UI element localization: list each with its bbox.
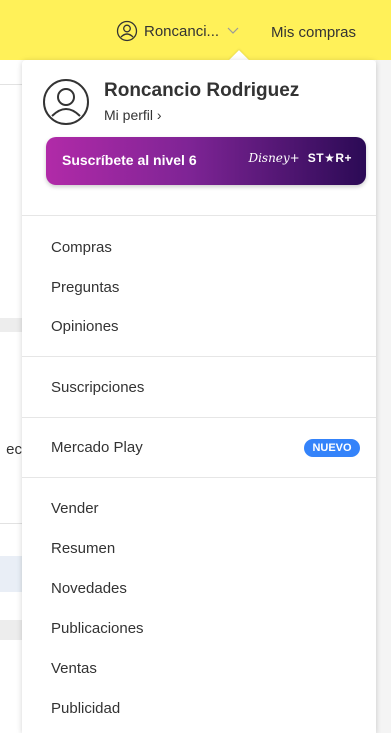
menu-item-publicidad[interactable]: Publicidad [51, 698, 120, 720]
star-logo: ST★R+ [307, 151, 352, 165]
menu-item-opiniones[interactable]: Opiniones [51, 316, 119, 338]
menu-item-vender[interactable]: Vender [51, 498, 99, 520]
menu-item-novedades[interactable]: Novedades [51, 578, 127, 600]
menu-divider [22, 215, 376, 216]
user-circle-icon [116, 20, 138, 42]
menu-item-mercado-play[interactable]: Mercado Play [51, 437, 143, 459]
menu-item-resumen[interactable]: Resumen [51, 538, 115, 560]
top-navbar: Roncanci... Mis compras [0, 0, 391, 60]
profile-header[interactable]: Roncancio Rodriguez Mi perfil › [42, 78, 362, 138]
background-band [0, 318, 22, 332]
menu-item-publicaciones[interactable]: Publicaciones [51, 618, 144, 640]
menu-item-compras[interactable]: Compras [51, 237, 112, 259]
my-purchases-link[interactable]: Mis compras [271, 24, 356, 41]
disney-star-logo: Disney+ ST★R+ [248, 151, 352, 165]
background-divider [0, 84, 22, 85]
background-band [0, 620, 22, 640]
menu-item-ventas[interactable]: Ventas [51, 658, 97, 680]
background-page-right [376, 60, 391, 733]
chevron-down-icon [227, 27, 239, 35]
my-profile-link[interactable]: Mi perfil › [104, 107, 162, 123]
banner-text: Suscríbete al nivel 6 [62, 152, 197, 168]
menu-divider [22, 477, 376, 478]
user-circle-icon [42, 78, 90, 131]
menu-divider [22, 356, 376, 357]
user-dropdown-menu: Roncancio Rodriguez Mi perfil › Suscríbe… [22, 60, 376, 733]
background-partial-text: ec [6, 441, 22, 458]
menu-item-preguntas[interactable]: Preguntas [51, 277, 119, 299]
disney-logo: Disney+ [248, 151, 300, 165]
subscription-banner[interactable]: Suscríbete al nivel 6 Disney+ ST★R+ [46, 137, 366, 185]
profile-name: Roncancio Rodriguez [104, 80, 300, 101]
menu-item-suscripciones[interactable]: Suscripciones [51, 377, 144, 399]
background-divider [0, 523, 22, 524]
user-menu-trigger[interactable]: Roncanci... [116, 19, 239, 43]
user-short-name: Roncanci... [144, 22, 220, 40]
menu-divider [22, 417, 376, 418]
background-band [0, 556, 22, 592]
new-badge: NUEVO [304, 439, 360, 457]
